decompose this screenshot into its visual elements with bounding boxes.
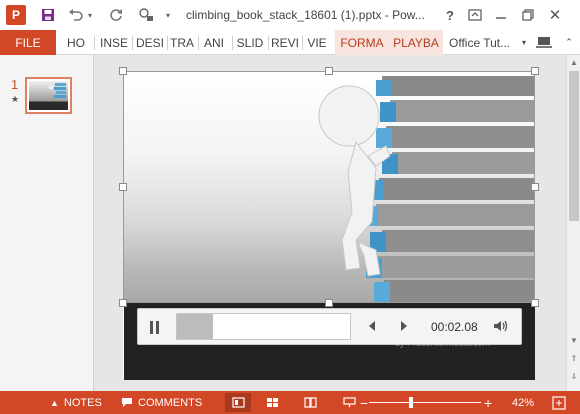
slide-thumbnail[interactable]: [25, 77, 72, 114]
tab-home[interactable]: HO: [60, 30, 92, 55]
notes-label: NOTES: [63, 396, 102, 409]
animation-star-icon: ★: [11, 94, 20, 104]
tab-separator: [94, 36, 95, 50]
collapse-ribbon-icon[interactable]: ⌃: [562, 30, 576, 55]
tab-slide-show[interactable]: SLID: [233, 30, 267, 55]
undo-dropdown-icon[interactable]: ▾: [84, 5, 96, 25]
resize-handle-bottom-right[interactable]: [531, 299, 539, 307]
minimize-icon[interactable]: [490, 4, 512, 26]
scroll-up-icon[interactable]: ▲: [569, 57, 579, 67]
reading-view-icon[interactable]: [297, 393, 323, 412]
comment-icon: [121, 397, 133, 408]
notes-button[interactable]: ▲ NOTES: [50, 391, 102, 414]
presenter-icon[interactable]: [136, 5, 156, 25]
step-back-icon[interactable]: [364, 318, 380, 334]
resize-handle-top-right[interactable]: [531, 67, 539, 75]
media-player-controls: 00:02.08: [137, 308, 522, 345]
volume-icon[interactable]: [493, 318, 509, 334]
tab-video-playback[interactable]: PLAYBA: [389, 30, 443, 55]
account-avatar-icon[interactable]: [533, 30, 555, 55]
tab-insert[interactable]: INSE: [96, 30, 132, 55]
tab-file[interactable]: FILE: [0, 30, 56, 55]
restore-icon[interactable]: [517, 4, 539, 26]
ribbon-tabs: FILE HO INSE DESI TRA ANI SLID REVI VIE …: [0, 30, 580, 55]
zoom-slider[interactable]: [369, 402, 481, 403]
comments-label: COMMENTS: [138, 396, 203, 409]
tab-review[interactable]: REVI: [269, 30, 301, 55]
tab-animations[interactable]: ANI: [199, 30, 229, 55]
zoom-in-icon[interactable]: +: [484, 391, 492, 414]
step-forward-icon[interactable]: [396, 318, 412, 334]
slide-sorter-icon[interactable]: [259, 393, 285, 412]
tab-design[interactable]: DESI: [133, 30, 167, 55]
title-bar: P ▾ ▾ climbing_book_stack_18601 (1).pptx…: [0, 0, 580, 30]
resize-handle-right[interactable]: [531, 183, 539, 191]
next-slide-icon[interactable]: ⇓: [569, 371, 579, 381]
seek-bar[interactable]: [176, 313, 351, 340]
undo-icon[interactable]: [66, 5, 86, 25]
resize-handle-top-left[interactable]: [119, 67, 127, 75]
slide-show-icon[interactable]: [336, 393, 362, 412]
resize-handle-bottom-left[interactable]: [119, 299, 127, 307]
account-name[interactable]: Office Tut...: [449, 30, 521, 55]
pause-icon[interactable]: [144, 317, 164, 337]
tab-transitions[interactable]: TRA: [168, 30, 196, 55]
selection-border: [123, 71, 535, 303]
slide-number: 1: [11, 77, 19, 92]
zoom-level[interactable]: 42%: [512, 391, 534, 414]
tab-view[interactable]: VIE: [303, 30, 331, 55]
normal-view-icon[interactable]: [225, 393, 251, 412]
comments-button[interactable]: COMMENTS: [121, 391, 202, 414]
save-icon[interactable]: [38, 5, 58, 25]
status-bar: ▲ NOTES COMMENTS − + 42%: [0, 391, 580, 414]
slide-thumbnail-pane: 1 ★: [0, 55, 94, 391]
powerpoint-icon[interactable]: P: [6, 5, 26, 25]
help-icon[interactable]: ?: [439, 4, 461, 26]
redo-icon[interactable]: [106, 5, 126, 25]
vertical-scrollbar[interactable]: ▲ ▼ ⇑ ⇓: [566, 55, 580, 391]
previous-slide-icon[interactable]: ⇑: [569, 353, 579, 363]
zoom-slider-thumb[interactable]: [409, 397, 414, 408]
tab-video-format[interactable]: FORMA: [335, 30, 389, 55]
document-title: climbing_book_stack_18601 (1).pptx - Pow…: [186, 8, 425, 22]
playback-time: 00:02.08: [431, 320, 478, 334]
resize-handle-top[interactable]: [325, 67, 333, 75]
close-icon[interactable]: ✕: [544, 4, 566, 26]
scroll-thumb[interactable]: [569, 71, 579, 221]
thumbnail-image: [29, 81, 68, 110]
seek-progress: [177, 314, 213, 339]
notes-icon: ▲: [50, 397, 59, 408]
scroll-down-icon[interactable]: ▼: [569, 335, 579, 345]
ribbon-options-icon[interactable]: [464, 4, 486, 26]
fit-to-window-icon[interactable]: [552, 391, 566, 414]
account-dropdown-icon[interactable]: ▾: [519, 30, 529, 55]
zoom-out-icon[interactable]: −: [360, 391, 368, 414]
qat-dropdown-icon[interactable]: ▾: [162, 5, 174, 25]
resize-handle-bottom[interactable]: [325, 299, 333, 307]
resize-handle-left[interactable]: [119, 183, 127, 191]
